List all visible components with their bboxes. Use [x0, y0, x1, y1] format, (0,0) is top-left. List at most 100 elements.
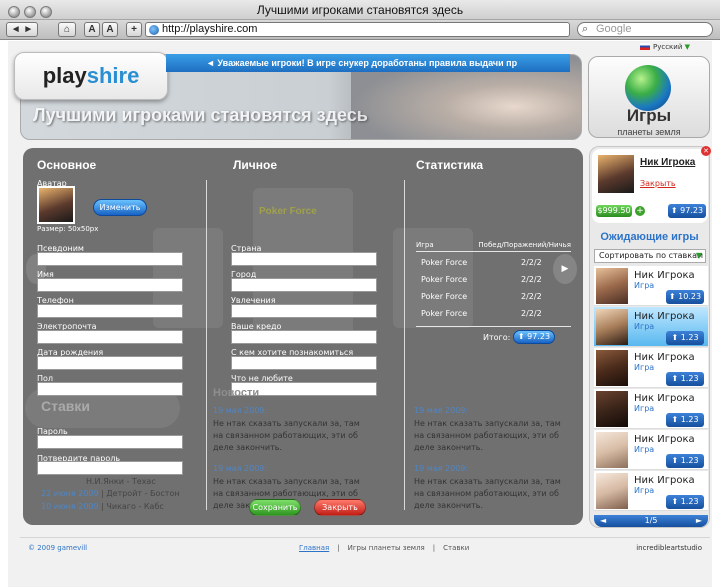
player-avatar: [596, 473, 628, 509]
language-selector[interactable]: Русский ▼: [639, 43, 690, 51]
password-confirm-input[interactable]: [37, 461, 183, 475]
news-date[interactable]: 19 мая 2009:: [213, 406, 267, 415]
waiting-players-list: Ник Игрока Игра ⬆ 10.23 Ник Игрока Игра ⬆ 1.…: [594, 266, 708, 514]
stats-result: 2/2/2: [521, 309, 542, 318]
player-item[interactable]: Ник Игрока Игра ⬆ 1.23: [594, 471, 708, 511]
user-avatar: [37, 186, 75, 224]
chevron-down-icon: ▼: [684, 43, 690, 51]
font-smaller-button[interactable]: A: [84, 22, 100, 37]
player-name[interactable]: Ник Игрока: [634, 393, 695, 404]
gender-input[interactable]: [37, 382, 183, 396]
name-input[interactable]: [37, 278, 183, 292]
city-input[interactable]: [231, 278, 377, 292]
player-game: Игра: [634, 445, 655, 454]
player-item[interactable]: Ник Игрока Игра ⬆ 1.23: [594, 430, 708, 470]
player-game: Игра: [634, 404, 655, 413]
news-ticker[interactable]: ◄ Уважаемые игроки! В игре снукер дорабо…: [166, 54, 570, 72]
player-score: ⬆ 1.23: [666, 372, 704, 386]
minimize-window-button[interactable]: [24, 6, 36, 18]
sort-dropdown[interactable]: Сортировать по ставкам ▼: [594, 249, 706, 263]
search-placeholder: Google: [596, 23, 632, 35]
footer-link-games[interactable]: Игры планеты земля: [348, 544, 425, 552]
stats-game: Poker Force: [421, 275, 468, 284]
add-funds-icon[interactable]: +: [635, 206, 645, 216]
search-field[interactable]: ⌕ Google: [577, 22, 713, 37]
profile-panel: Poker Force Ставки ▶ Основное Личное Ста…: [23, 148, 583, 525]
add-bookmark-button[interactable]: +: [126, 22, 142, 37]
news-date[interactable]: 19 мая 2009:: [414, 406, 468, 415]
globe-icon: [625, 65, 671, 111]
footer-link-home[interactable]: Главная: [299, 544, 329, 552]
player-game: Игра: [634, 486, 655, 495]
prev-page-icon[interactable]: ◄: [600, 515, 606, 527]
language-label[interactable]: Русский: [653, 43, 682, 51]
column-divider-2: [404, 180, 405, 510]
player-item[interactable]: Ник Игрока Игра ⬆ 1.23: [594, 389, 708, 429]
stats-col-result: Побед/Поражений/Ничья: [478, 241, 571, 249]
bet-match: Чикаго - Кабс: [106, 502, 164, 511]
waiting-games-title: Ожидающие игры: [600, 231, 699, 243]
news-date[interactable]: 19 мая 2009:: [213, 464, 267, 473]
change-avatar-button[interactable]: Изменить: [93, 199, 147, 216]
player-item[interactable]: Ник Игрока Игра ⬆ 10.23: [594, 266, 708, 306]
zoom-window-button[interactable]: [40, 6, 52, 18]
player-name[interactable]: Ник Игрока: [634, 434, 695, 445]
address-bar[interactable]: http://playshire.com: [145, 22, 570, 37]
site-logo[interactable]: playshire: [14, 52, 168, 100]
rating-badge: ⬆ 97.23: [668, 204, 706, 218]
hobbies-input[interactable]: [231, 304, 377, 318]
save-button[interactable]: Сохранить: [249, 499, 301, 516]
home-icon: ⌂: [63, 24, 71, 35]
player-item[interactable]: Ник Игрока Игра ⬆ 1.23: [594, 307, 708, 347]
logout-link[interactable]: Закрыть: [640, 179, 676, 188]
next-page-icon[interactable]: ►: [696, 515, 702, 527]
player-game: Игра: [634, 322, 655, 331]
sort-label[interactable]: Сортировать по ставкам: [599, 251, 703, 260]
studio-credit[interactable]: incredibleartstudio: [636, 544, 702, 552]
news-text: Не нтак сказать запускали за, там на свя…: [414, 477, 561, 510]
news-date[interactable]: 19 мая 2009:: [414, 464, 468, 473]
meet-input[interactable]: [231, 356, 377, 370]
nickname-input[interactable]: [37, 252, 183, 266]
email-input[interactable]: [37, 330, 183, 344]
search-icon: ⌕: [582, 23, 589, 35]
phone-input[interactable]: [37, 304, 183, 318]
back-forward-buttons[interactable]: ◄ ►: [6, 22, 38, 37]
banner-title: Лучшими игроками становятся здесь: [33, 105, 368, 125]
close-icon[interactable]: ✕: [701, 146, 711, 156]
credo-input[interactable]: [231, 330, 377, 344]
player-avatar: [596, 350, 628, 386]
user-card-name[interactable]: Ник Игрока: [640, 157, 695, 168]
password-input[interactable]: [37, 435, 183, 449]
birthdate-input[interactable]: [37, 356, 183, 370]
column-divider-1: [206, 180, 207, 510]
stats-total-badge: ⬆ 97.23: [513, 330, 555, 344]
player-name[interactable]: Ник Игрока: [634, 352, 695, 363]
player-game: Игра: [634, 281, 655, 290]
player-score: ⬆ 1.23: [666, 413, 704, 427]
up-arrow-icon: ⬆: [671, 333, 679, 342]
back-arrow-icon[interactable]: ◄: [11, 24, 21, 35]
balance-badge: $999.50: [596, 205, 632, 217]
player-name[interactable]: Ник Игрока: [634, 311, 695, 322]
title-bar: Лучшими игроками становятся здесь: [0, 0, 720, 20]
up-arrow-icon: ⬆: [671, 497, 679, 506]
page-footer: © 2009 gamevill Главная | Игры планеты зем…: [20, 537, 710, 559]
url-text[interactable]: http://playshire.com: [162, 23, 257, 35]
avatar-size-note: Размер: 50x50px: [37, 225, 99, 233]
player-name[interactable]: Ник Игрока: [634, 270, 695, 281]
player-item[interactable]: Ник Игрока Игра ⬆ 1.23: [594, 348, 708, 388]
browser-window: Лучшими игроками становятся здесь ◄ ► ⌂ …: [0, 0, 720, 587]
country-input[interactable]: [231, 252, 377, 266]
forward-arrow-icon[interactable]: ►: [23, 24, 33, 35]
stats-row: Poker Force 2/2/2: [421, 309, 561, 318]
player-name[interactable]: Ник Игрока: [634, 475, 695, 486]
up-arrow-icon: ⬆: [671, 374, 679, 383]
games-world-badge[interactable]: Игры планеты земля: [588, 56, 710, 138]
close-button[interactable]: Закрыть: [314, 499, 366, 516]
close-window-button[interactable]: [8, 6, 20, 18]
footer-link-bets[interactable]: Ставки: [443, 544, 469, 552]
font-larger-button[interactable]: A: [102, 22, 118, 37]
home-button[interactable]: ⌂: [58, 22, 76, 37]
player-avatar: [596, 268, 628, 304]
